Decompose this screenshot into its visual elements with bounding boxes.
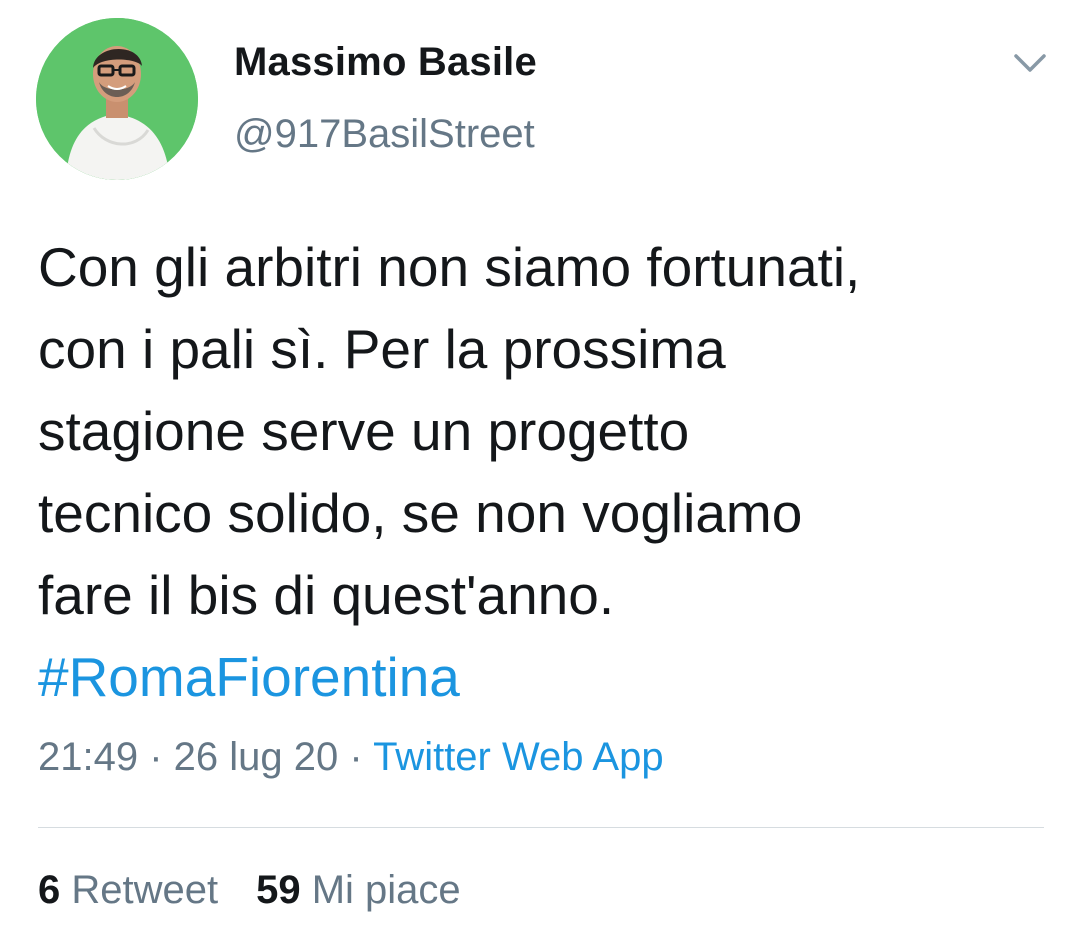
retweets-stat[interactable]: 6 Retweet — [38, 868, 218, 912]
meta-separator: · — [138, 735, 174, 779]
likes-label: Mi piace — [300, 868, 461, 912]
likes-stat[interactable]: 59 Mi piace — [256, 868, 461, 912]
tweet-text-line: con i pali sì. Per la prossima — [38, 318, 726, 380]
tweet-source-link[interactable]: Twitter Web App — [373, 735, 664, 779]
tweet-text-line: tecnico solido, se non vogliamo — [38, 482, 803, 544]
author-handle[interactable]: @917BasilStreet — [234, 112, 535, 157]
tweet-stats: 6 Retweet 59 Mi piace — [38, 868, 461, 913]
retweets-count: 6 — [38, 868, 61, 912]
retweets-label: Retweet — [60, 868, 219, 912]
meta-separator: · — [338, 735, 374, 779]
tweet-text-line: fare il bis di quest'anno. — [38, 564, 615, 626]
hashtag-link[interactable]: #RomaFiorentina — [38, 636, 1058, 718]
divider — [38, 827, 1044, 828]
chevron-down-icon[interactable] — [1010, 48, 1050, 78]
likes-count: 59 — [256, 868, 301, 912]
tweet-date[interactable]: 26 lug 20 — [174, 735, 339, 779]
tweet-text: Con gli arbitri non siamo fortunati, con… — [38, 226, 1058, 718]
tweet-meta: 21:49 · 26 lug 20 · Twitter Web App — [38, 735, 664, 780]
tweet-text-line: Con gli arbitri non siamo fortunati, — [38, 236, 861, 298]
author-display-name[interactable]: Massimo Basile — [234, 40, 537, 85]
avatar[interactable] — [36, 18, 198, 180]
avatar-photo — [36, 18, 198, 180]
tweet-time[interactable]: 21:49 — [38, 735, 138, 779]
tweet-text-line: stagione serve un progetto — [38, 400, 690, 462]
